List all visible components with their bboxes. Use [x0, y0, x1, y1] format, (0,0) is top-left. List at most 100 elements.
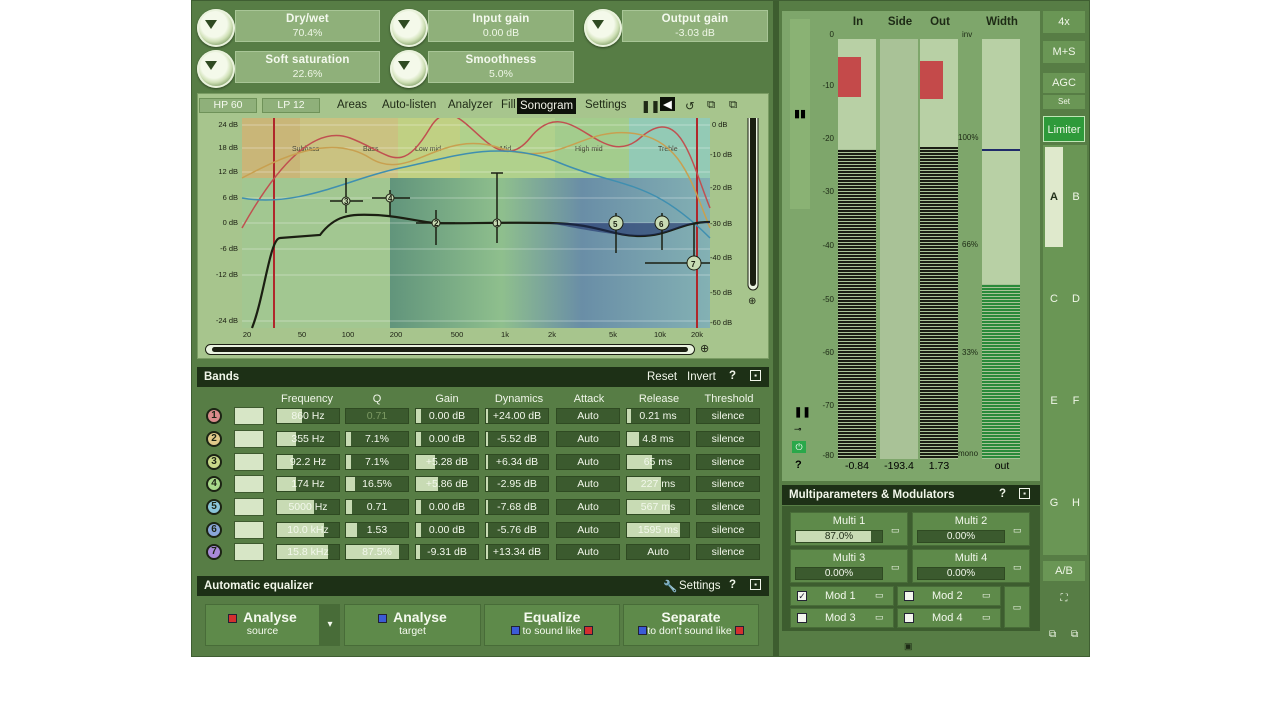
- band-gain[interactable]: +5.28 dB: [415, 454, 479, 470]
- auto-eq-settings-button[interactable]: Settings: [679, 580, 721, 592]
- mod-4-slot[interactable]: Mod 4 ▭: [897, 608, 1001, 628]
- mid-side-button[interactable]: M+S: [1043, 41, 1085, 63]
- band-number[interactable]: 2: [206, 431, 222, 447]
- band-frequency[interactable]: 355 Hz: [276, 431, 340, 447]
- multi-2-value[interactable]: 0.00%: [917, 530, 1005, 543]
- multi-1-menu-icon[interactable]: ▭: [891, 525, 900, 536]
- mod-4-menu-icon[interactable]: ▭: [982, 612, 991, 623]
- band-q[interactable]: 0.71: [345, 408, 409, 424]
- analyzer-button[interactable]: Analyzer: [448, 99, 493, 111]
- bands-expand-icon[interactable]: ▪: [750, 370, 761, 381]
- band-shape-icon[interactable]: [234, 543, 264, 561]
- meter-link-icon[interactable]: ⊸: [794, 424, 802, 435]
- band-threshold[interactable]: silence: [696, 522, 760, 538]
- band-dynamics[interactable]: +24.00 dB: [485, 408, 549, 424]
- band-attack[interactable]: Auto: [556, 454, 620, 470]
- fill-button[interactable]: Fill: [501, 99, 516, 111]
- band-dynamics[interactable]: -2.95 dB: [485, 476, 549, 492]
- multi-3-value[interactable]: 0.00%: [795, 567, 883, 580]
- agc-set-button[interactable]: Set: [1043, 95, 1085, 109]
- band-shape-icon[interactable]: [234, 521, 264, 539]
- band-threshold[interactable]: silence: [696, 499, 760, 515]
- sonogram-button[interactable]: Sonogram: [517, 98, 577, 114]
- multi-3-menu-icon[interactable]: ▭: [891, 562, 900, 573]
- band-number[interactable]: 1: [206, 408, 222, 424]
- band-attack[interactable]: Auto: [556, 431, 620, 447]
- smoothness-knob[interactable]: [390, 50, 428, 88]
- band-number[interactable]: 6: [206, 522, 222, 538]
- dry-wet-control[interactable]: Dry/wet 70.4%: [235, 10, 380, 42]
- slot-c-button[interactable]: C: [1045, 293, 1063, 305]
- agc-button[interactable]: AGC: [1043, 73, 1085, 93]
- paste-icon[interactable]: ⧉: [729, 99, 737, 112]
- soft-saturation-control[interactable]: Soft saturation 22.6%: [235, 51, 380, 83]
- multi-4-value[interactable]: 0.00%: [917, 567, 1005, 580]
- zoom-in-horizontal-icon[interactable]: ⊕: [700, 342, 709, 355]
- output-gain-knob[interactable]: [584, 9, 622, 47]
- mod-1-checkbox[interactable]: ✓: [797, 591, 807, 601]
- band-number[interactable]: 4: [206, 476, 222, 492]
- zoom-in-icon[interactable]: ⊕: [748, 296, 756, 307]
- band-gain[interactable]: 0.00 dB: [415, 499, 479, 515]
- band-release[interactable]: 227 ms: [626, 476, 690, 492]
- band-threshold[interactable]: silence: [696, 431, 760, 447]
- mod-1-menu-icon[interactable]: ▭: [875, 590, 884, 601]
- band-q[interactable]: 7.1%: [345, 431, 409, 447]
- band-q[interactable]: 1.53: [345, 522, 409, 538]
- band-gain[interactable]: -9.31 dB: [415, 544, 479, 560]
- multi-4-control[interactable]: Multi 4 0.00% ▭: [912, 549, 1030, 583]
- band-dynamics[interactable]: -5.52 dB: [485, 431, 549, 447]
- copy-slot-icon[interactable]: ⧉: [1049, 629, 1056, 640]
- slot-d-button[interactable]: D: [1067, 293, 1085, 305]
- band-frequency[interactable]: 860 Hz: [276, 408, 340, 424]
- input-gain-control[interactable]: Input gain 0.00 dB: [428, 10, 574, 42]
- input-gain-knob[interactable]: [390, 9, 428, 47]
- slot-e-button[interactable]: E: [1045, 395, 1063, 407]
- band-gain[interactable]: +5.86 dB: [415, 476, 479, 492]
- band-threshold[interactable]: silence: [696, 408, 760, 424]
- power-icon[interactable]: ⏻: [792, 441, 806, 453]
- wrench-icon[interactable]: 🔧: [663, 579, 677, 593]
- pause-icon[interactable]: ❚❚: [641, 99, 660, 113]
- areas-button[interactable]: Areas: [337, 99, 367, 111]
- band-threshold[interactable]: silence: [696, 476, 760, 492]
- band-release[interactable]: 65 ms: [626, 454, 690, 470]
- horizontal-zoom-scrollbar[interactable]: [205, 344, 695, 355]
- band-frequency[interactable]: 174 Hz: [276, 476, 340, 492]
- band-attack[interactable]: Auto: [556, 408, 620, 424]
- mod-2-menu-icon[interactable]: ▭: [982, 590, 991, 601]
- slot-b-button[interactable]: B: [1067, 191, 1085, 203]
- band-q[interactable]: 7.1%: [345, 454, 409, 470]
- band-number[interactable]: 5: [206, 499, 222, 515]
- multi-2-control[interactable]: Multi 2 0.00% ▭: [912, 512, 1030, 546]
- output-gain-control[interactable]: Output gain -3.03 dB: [622, 10, 768, 42]
- analyse-source-menu[interactable]: ▾: [320, 604, 340, 646]
- ab-compare-button[interactable]: A/B: [1043, 561, 1085, 581]
- bands-reset-button[interactable]: Reset: [647, 371, 677, 383]
- band-frequency[interactable]: 10.0 kHz: [276, 522, 340, 538]
- mod-2-checkbox[interactable]: [904, 591, 914, 601]
- horizontal-scroll-thumb[interactable]: [212, 347, 688, 352]
- slot-g-button[interactable]: G: [1045, 497, 1063, 509]
- band-attack[interactable]: Auto: [556, 544, 620, 560]
- bands-invert-button[interactable]: Invert: [687, 371, 716, 383]
- eq-graph-display[interactable]: Subbass Bass Low mid Mid High mid Treble…: [200, 118, 766, 360]
- band-attack[interactable]: Auto: [556, 476, 620, 492]
- band-q[interactable]: 16.5%: [345, 476, 409, 492]
- band-q[interactable]: 0.71: [345, 499, 409, 515]
- separate-button[interactable]: Separate to don't sound like: [623, 604, 759, 646]
- multi-2-menu-icon[interactable]: ▭: [1013, 525, 1022, 536]
- band-shape-icon[interactable]: [234, 430, 264, 448]
- reset-icon[interactable]: ↺: [685, 99, 695, 113]
- band-dynamics[interactable]: -7.68 dB: [485, 499, 549, 515]
- band-q[interactable]: 87.5%: [345, 544, 409, 560]
- vertical-scroll-thumb[interactable]: [750, 118, 756, 286]
- fullscreen-icon[interactable]: ⛶: [1043, 591, 1085, 607]
- band-frequency[interactable]: 15.8 kHz: [276, 544, 340, 560]
- speaker-icon[interactable]: ◀: [660, 97, 675, 111]
- oversampling-4x-button[interactable]: 4x: [1043, 11, 1085, 33]
- band-dynamics[interactable]: +6.34 dB: [485, 454, 549, 470]
- band-release[interactable]: 1595 ms: [626, 522, 690, 538]
- band-frequency[interactable]: 92.2 Hz: [276, 454, 340, 470]
- multi-3-control[interactable]: Multi 3 0.00% ▭: [790, 549, 908, 583]
